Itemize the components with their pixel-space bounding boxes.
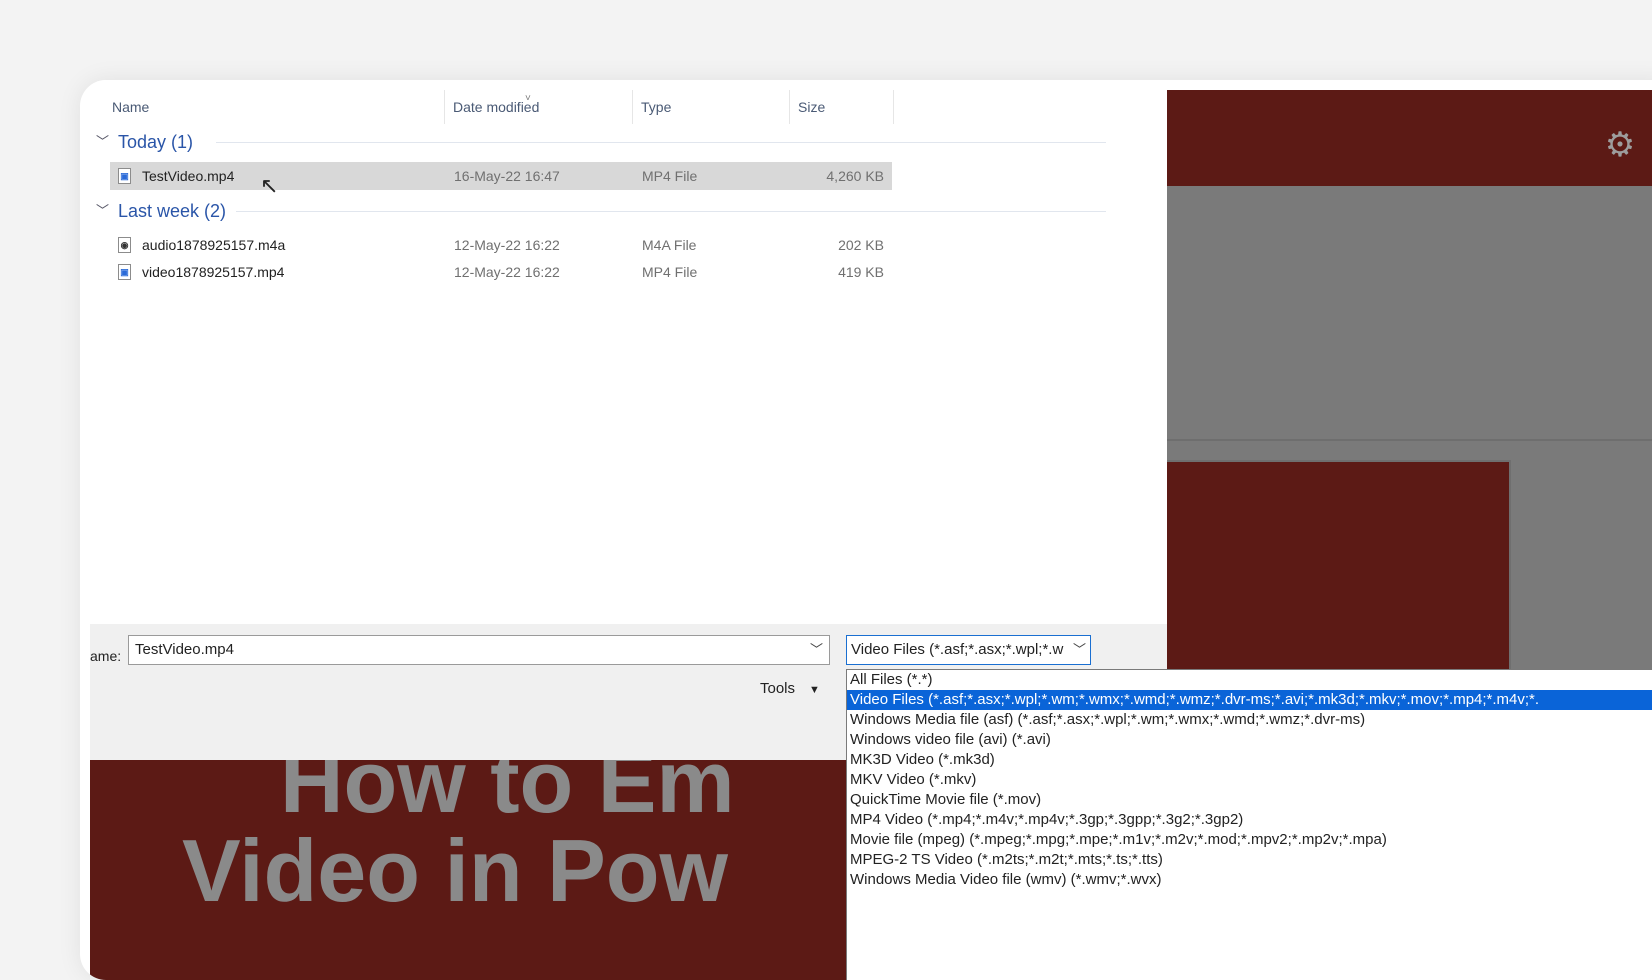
video-file-icon: ▣ xyxy=(118,264,131,280)
mouse-pointer-icon: ↖ xyxy=(260,173,279,198)
file-type-dropdown-list: All Files (*.*) Video Files (*.asf;*.asx… xyxy=(846,669,1652,980)
caret-down-icon: ▼ xyxy=(809,684,820,696)
column-headers: Name ˅ Date modified Type Size xyxy=(90,90,1167,124)
file-name: video1878925157.mp4 xyxy=(142,264,285,280)
file-type: MP4 File xyxy=(642,264,698,280)
dropdown-option-mpeg2-ts[interactable]: MPEG-2 TS Video (*.m2ts;*.m2t;*.mts;*.ts… xyxy=(847,850,1652,870)
file-open-dialog: Name ˅ Date modified Type Size ﹀ Today (… xyxy=(90,80,1167,760)
group-title: Last week (2) xyxy=(118,201,227,221)
chevron-down-icon[interactable]: ﹀ xyxy=(810,636,823,664)
group-divider xyxy=(216,142,1106,143)
chevron-down-icon[interactable]: ﹀ xyxy=(1070,636,1086,664)
column-header-date[interactable]: ˅ Date modified xyxy=(445,90,633,124)
group-header-today[interactable]: ﹀ Today (1) xyxy=(96,130,1106,154)
file-date: 12-May-22 16:22 xyxy=(454,264,560,280)
dropdown-option-mp4[interactable]: MP4 Video (*.mp4;*.m4v;*.mp4v;*.3gp;*.3g… xyxy=(847,810,1652,830)
file-size: 419 KB xyxy=(838,264,884,280)
slide-title-line-1: How to Em xyxy=(280,760,735,831)
group-title: Today (1) xyxy=(118,132,194,152)
group-divider xyxy=(236,211,1106,212)
column-header-name-label: Name xyxy=(112,99,150,115)
ppt-divider xyxy=(1167,439,1652,441)
dropdown-option-mkv[interactable]: MKV Video (*.mkv) xyxy=(847,770,1652,790)
file-size: 4,260 KB xyxy=(826,168,884,184)
chevron-down-icon: ﹀ xyxy=(96,203,110,218)
file-date: 16-May-22 16:47 xyxy=(454,168,560,184)
group-header-last-week[interactable]: ﹀ Last week (2) xyxy=(96,199,1106,223)
file-type-filter-select[interactable]: Video Files (*.asf;*.asx;*.wpl;*.w ﹀ xyxy=(846,635,1091,665)
ppt-header-bar: ⚙ xyxy=(1167,90,1652,186)
file-name: audio1878925157.m4a xyxy=(142,237,286,253)
file-row[interactable]: ▣ TestVideo.mp4 16-May-22 16:47 MP4 File… xyxy=(110,162,892,190)
slide-title-line-2: Video in Pow xyxy=(182,821,729,920)
file-type: M4A File xyxy=(642,237,697,253)
sort-chevron-icon: ˅ xyxy=(525,93,531,104)
file-size: 202 KB xyxy=(838,237,884,253)
file-row[interactable]: ◉ audio1878925157.m4a 12-May-22 16:22 M4… xyxy=(110,231,892,259)
column-header-size-label: Size xyxy=(798,99,826,115)
tools-label: Tools xyxy=(760,680,796,697)
dropdown-option-video-files[interactable]: Video Files (*.asf;*.asx;*.wpl;*.wm;*.wm… xyxy=(847,690,1652,710)
dropdown-option-mov[interactable]: QuickTime Movie file (*.mov) xyxy=(847,790,1652,810)
tools-button[interactable]: Tools ▼ xyxy=(760,680,820,697)
file-name: TestVideo.mp4 xyxy=(142,168,235,184)
column-header-name[interactable]: Name xyxy=(104,90,445,124)
file-row[interactable]: ▣ video1878925157.mp4 12-May-22 16:22 MP… xyxy=(110,258,892,286)
file-date: 12-May-22 16:22 xyxy=(454,237,560,253)
screenshot-frame: ⚙ How to Em Video in Pow Name ˅ Date mod… xyxy=(80,80,1652,980)
chevron-down-icon: ﹀ xyxy=(96,134,110,149)
filter-selected-value: Video Files (*.asf;*.asx;*.wpl;*.w xyxy=(851,641,1064,658)
gear-icon[interactable]: ⚙ xyxy=(1603,128,1637,162)
column-header-type-label: Type xyxy=(641,99,672,115)
file-name-value: TestVideo.mp4 xyxy=(135,641,234,658)
column-header-type[interactable]: Type xyxy=(633,90,790,124)
video-file-icon: ▣ xyxy=(118,168,131,184)
dropdown-option-asf[interactable]: Windows Media file (asf) (*.asf;*.asx;*.… xyxy=(847,710,1652,730)
dropdown-option-mpeg[interactable]: Movie file (mpeg) (*.mpeg;*.mpg;*.mpe;*.… xyxy=(847,830,1652,850)
dropdown-option-mk3d[interactable]: MK3D Video (*.mk3d) xyxy=(847,750,1652,770)
column-header-size[interactable]: Size xyxy=(790,90,894,124)
audio-file-icon: ◉ xyxy=(118,237,131,253)
dropdown-option-all-files[interactable]: All Files (*.*) xyxy=(847,670,1652,690)
dropdown-option-avi[interactable]: Windows video file (avi) (*.avi) xyxy=(847,730,1652,750)
file-name-input[interactable]: TestVideo.mp4 ﹀ xyxy=(128,635,830,665)
dropdown-option-wmv[interactable]: Windows Media Video file (wmv) (*.wmv;*.… xyxy=(847,870,1652,890)
file-type: MP4 File xyxy=(642,168,698,184)
file-name-label: ame: xyxy=(90,648,122,664)
